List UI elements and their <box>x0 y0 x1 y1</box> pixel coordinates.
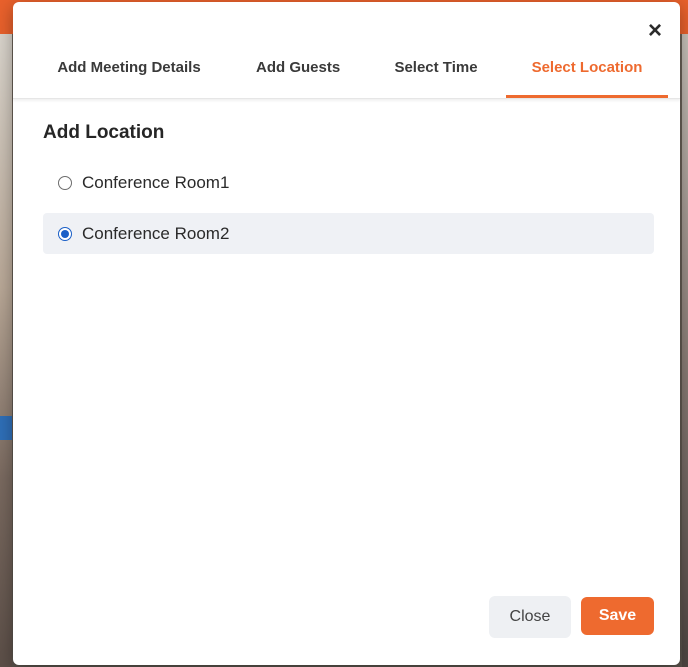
save-button[interactable]: Save <box>581 597 654 635</box>
close-button[interactable]: Close <box>489 596 571 638</box>
background-badge-icon <box>0 416 12 440</box>
location-radio-1[interactable] <box>58 175 72 190</box>
location-radio-2[interactable] <box>58 226 72 241</box>
background-image-left <box>0 34 12 667</box>
meeting-modal: × Add Meeting Details Add Guests Select … <box>13 2 680 665</box>
tab-select-location[interactable]: Select Location <box>506 46 668 98</box>
background-image-right <box>682 34 688 667</box>
tab-add-meeting-details[interactable]: Add Meeting Details <box>57 46 201 96</box>
location-label-2: Conference Room2 <box>82 223 230 243</box>
tab-add-guests[interactable]: Add Guests <box>256 46 340 96</box>
tab-select-time[interactable]: Select Time <box>393 46 479 96</box>
location-option-2[interactable]: Conference Room2 <box>43 213 654 254</box>
close-icon[interactable]: × <box>644 19 666 43</box>
location-label-1: Conference Room1 <box>82 172 230 192</box>
location-option-1[interactable]: Conference Room1 <box>43 162 654 203</box>
section-title: Add Location <box>43 122 165 143</box>
wizard-tabs: Add Meeting Details Add Guests Select Ti… <box>13 46 680 99</box>
